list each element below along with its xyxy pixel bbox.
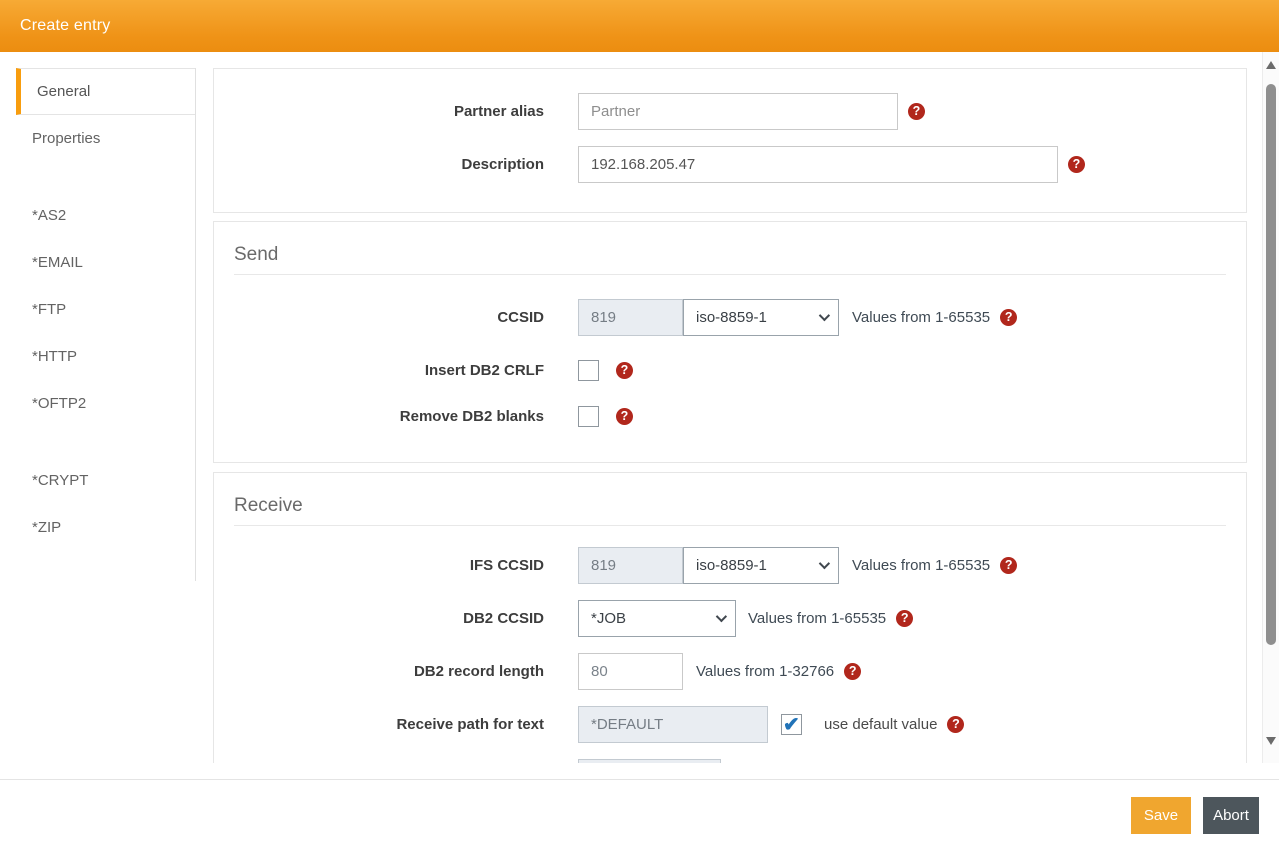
db2-ccsid-label: DB2 CCSID [463, 610, 544, 627]
use-default-value-label: use default value [824, 716, 938, 733]
sidebar-item-email[interactable]: *EMAIL [0, 239, 195, 286]
sidebar-item-label: *OFTP2 [32, 395, 87, 412]
panel-receive: Receive IFS CCSID iso-8859-1 Values from… [213, 472, 1247, 763]
sidebar-item-crypt[interactable]: *CRYPT [0, 457, 195, 504]
form-scroll-viewport: General Properties *AS2 *EMAIL *FTP *HTT… [0, 52, 1262, 763]
sidebar-item-properties[interactable]: Properties [0, 115, 195, 162]
db2-ccsid-hint: Values from 1-65535 [748, 610, 887, 627]
ifs-ccsid-encoding-selwrap: iso-8859-1 [683, 547, 839, 584]
row-insert-db2-crlf: Insert DB2 CRLF [214, 358, 1246, 382]
use-default-value-checkbox[interactable] [781, 712, 802, 737]
receive-path-text-label: Receive path for text [396, 716, 544, 733]
sidebar-item-label: *AS2 [32, 207, 67, 224]
ccsid-encoding-select[interactable]: iso-8859-1 [683, 299, 839, 336]
ccsid-input [578, 299, 683, 336]
row-db2-record-length: DB2 record length Values from 1-32766 [214, 653, 1246, 690]
sidebar-item-label: *EMAIL [32, 254, 83, 271]
sidebar-item-label: *ZIP [32, 519, 62, 536]
help-icon[interactable] [1000, 557, 1018, 574]
section-divider [234, 525, 1226, 526]
help-icon[interactable] [1000, 309, 1018, 326]
sidebar-item-as2[interactable]: *AS2 [0, 192, 195, 239]
row-ccsid: CCSID iso-8859-1 Values from 1-65535 [214, 299, 1246, 336]
db2-ccsid-select[interactable]: *JOB [578, 600, 736, 637]
create-entry-dialog: Create entry General Properties *AS2 *EM… [0, 0, 1279, 845]
panel-send: Send CCSID iso-8859-1 Values from 1-6553… [213, 221, 1247, 463]
db2-ccsid-selwrap: *JOB [578, 600, 736, 637]
description-input[interactable] [578, 146, 1058, 183]
partner-alias-label: Partner alias [453, 103, 544, 120]
receive-section-title: Receive [234, 495, 303, 516]
sidebar: General Properties *AS2 *EMAIL *FTP *HTT… [0, 68, 196, 581]
description-label: Description [461, 156, 544, 173]
send-section-title: Send [234, 244, 279, 265]
remove-db2-blanks-label: Remove DB2 blanks [399, 407, 544, 425]
section-divider [234, 274, 1226, 275]
help-icon[interactable] [947, 716, 965, 733]
help-icon[interactable] [896, 610, 914, 627]
help-icon[interactable] [616, 407, 633, 425]
ifs-ccsid-hint: Values from 1-65535 [852, 557, 991, 574]
abort-button[interactable]: Abort [1203, 797, 1259, 834]
ccsid-encoding-selwrap: iso-8859-1 [683, 299, 839, 336]
sidebar-item-label: Properties [32, 130, 101, 147]
ifs-ccsid-encoding-select[interactable]: iso-8859-1 [683, 547, 839, 584]
panel-general: Partner alias Description [213, 68, 1247, 213]
partner-alias-input[interactable] [578, 93, 898, 130]
db2-record-length-label: DB2 record length [413, 663, 544, 680]
ifs-ccsid-input [578, 547, 683, 584]
sidebar-item-label: *CRYPT [32, 472, 89, 489]
row-description: Description [214, 146, 1246, 183]
scroll-down-arrow-icon[interactable] [1266, 737, 1276, 745]
row-ifs-ccsid: IFS CCSID iso-8859-1 Values from 1-65535 [214, 547, 1246, 584]
ccsid-label: CCSID [497, 309, 544, 326]
sidebar-item-http[interactable]: *HTTP [0, 333, 195, 380]
sidebar-item-general[interactable]: General [16, 68, 195, 115]
remove-db2-blanks-checkbox[interactable] [578, 405, 599, 427]
ifs-ccsid-label: IFS CCSID [469, 557, 544, 574]
dialog-titlebar: Create entry [0, 0, 1279, 52]
sidebar-item-ftp[interactable]: *FTP [0, 286, 195, 333]
insert-db2-crlf-checkbox[interactable] [578, 359, 599, 381]
sidebar-item-oftp2[interactable]: *OFTP2 [0, 380, 195, 427]
row-db2-ccsid: DB2 CCSID *JOB Values from 1-65535 [214, 600, 1246, 637]
db2-record-length-hint: Values from 1-32766 [696, 663, 835, 680]
form-main: Partner alias Description Send CCSID [213, 68, 1247, 763]
dialog-footer: Save Abort [0, 779, 1279, 845]
receive-path-text-input [578, 706, 768, 743]
ccsid-hint: Values from 1-65535 [852, 309, 991, 326]
scroll-up-arrow-icon[interactable] [1266, 61, 1276, 69]
dialog-title: Create entry [20, 17, 111, 34]
help-icon[interactable] [844, 663, 862, 680]
db2-record-length-input[interactable] [578, 653, 683, 690]
insert-db2-crlf-label: Insert DB2 CRLF [424, 361, 544, 379]
help-icon[interactable] [908, 103, 925, 120]
receive-path-partial-input [578, 759, 721, 763]
sidebar-item-label: General [37, 83, 91, 100]
help-icon[interactable] [1068, 156, 1085, 173]
vertical-scrollbar[interactable] [1262, 52, 1279, 763]
scrollbar-thumb[interactable] [1266, 84, 1276, 645]
help-icon[interactable] [616, 361, 633, 379]
row-remove-db2-blanks: Remove DB2 blanks [214, 404, 1246, 428]
row-partner-alias: Partner alias [214, 93, 1246, 130]
row-receive-path-partial [214, 759, 1246, 763]
row-receive-path-text: Receive path for text use default value [214, 706, 1246, 743]
sidebar-item-zip[interactable]: *ZIP [0, 504, 195, 551]
sidebar-item-label: *FTP [32, 301, 67, 318]
save-button[interactable]: Save [1131, 797, 1191, 834]
sidebar-item-label: *HTTP [32, 348, 77, 365]
